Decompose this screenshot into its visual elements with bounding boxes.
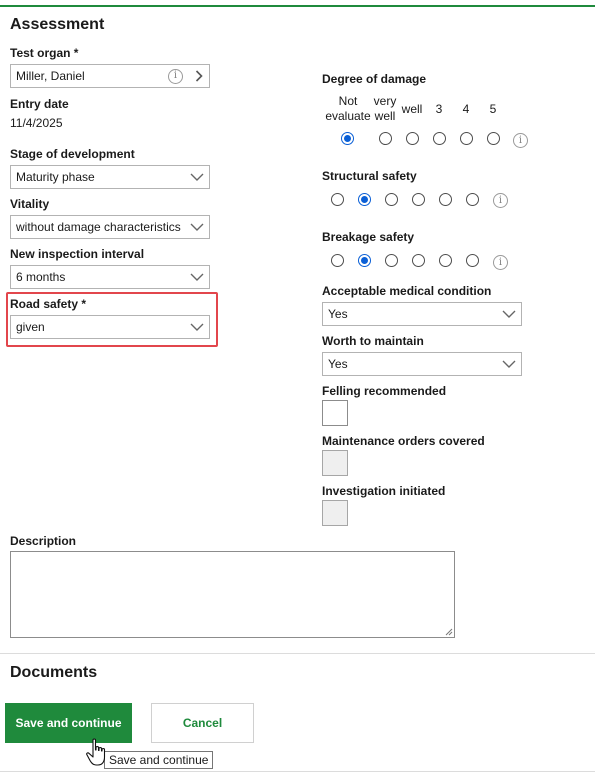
rating-header-very-well: very well	[373, 94, 397, 123]
structural-safety-radio-3[interactable]	[412, 193, 425, 206]
breakage-safety-radio-2[interactable]	[385, 254, 398, 267]
acceptable-medical-label: Acceptable medical condition	[322, 284, 492, 298]
road-safety-select[interactable]: given	[10, 315, 210, 339]
breakage-safety-radio-5[interactable]	[466, 254, 479, 267]
vitality-value: without damage characteristics	[16, 220, 181, 234]
structural-safety-label: Structural safety	[322, 169, 417, 183]
rating-header-well: well	[401, 102, 423, 116]
chevron-down-icon	[497, 303, 521, 325]
info-icon[interactable]: i	[493, 255, 508, 270]
investigation-checkbox[interactable]	[322, 500, 348, 526]
chevron-down-icon	[185, 216, 209, 238]
interval-value: 6 months	[16, 270, 66, 284]
top-accent-line	[0, 5, 595, 7]
degree-of-damage-radio-0[interactable]	[341, 132, 354, 145]
entry-date-label: Entry date	[10, 97, 69, 111]
stage-value: Maturity phase	[16, 170, 95, 184]
investigation-label: Investigation initiated	[322, 484, 446, 498]
breakage-safety-radio-4[interactable]	[439, 254, 452, 267]
stage-label: Stage of development	[10, 147, 135, 161]
chevron-down-icon	[185, 266, 209, 288]
resize-grip-icon[interactable]	[445, 628, 453, 636]
description-label: Description	[10, 534, 77, 548]
structural-safety-radio-0[interactable]	[331, 193, 344, 206]
description-wrapper	[10, 551, 455, 638]
interval-select[interactable]: 6 months	[10, 265, 210, 289]
degree-of-damage-radio-4[interactable]	[460, 132, 473, 145]
vitality-label: Vitality	[10, 197, 50, 211]
structural-safety-radio-4[interactable]	[439, 193, 452, 206]
breakage-safety-label: Breakage safety	[322, 230, 415, 244]
structural-safety-radio-5[interactable]	[466, 193, 479, 206]
test-organ-value: Miller, Daniel	[16, 69, 85, 83]
save-and-continue-button[interactable]: Save and continue	[5, 703, 132, 743]
acceptable-medical-value: Yes	[328, 307, 348, 321]
chevron-right-icon[interactable]	[189, 65, 209, 87]
chevron-down-icon	[497, 353, 521, 375]
section-title-assessment: Assessment	[10, 16, 105, 33]
vitality-select[interactable]: without damage characteristics	[10, 215, 210, 239]
rating-header-4: 4	[462, 102, 470, 116]
degree-of-damage-label: Degree of damage	[322, 72, 427, 86]
degree-of-damage-radio-1[interactable]	[379, 132, 392, 145]
maintenance-orders-label: Maintenance orders covered	[322, 434, 485, 448]
maintenance-orders-checkbox[interactable]	[322, 450, 348, 476]
worth-to-maintain-label: Worth to maintain	[322, 334, 424, 348]
test-organ-field[interactable]: Miller, Daniel i	[10, 64, 210, 88]
felling-recommended-label: Felling recommended	[322, 384, 447, 398]
section-title-documents: Documents	[10, 664, 98, 681]
breakage-safety-radio-3[interactable]	[412, 254, 425, 267]
breakage-safety-radio-1[interactable]	[358, 254, 371, 267]
structural-safety-radio-1[interactable]	[358, 193, 371, 206]
acceptable-medical-select[interactable]: Yes	[322, 302, 522, 326]
stage-select[interactable]: Maturity phase	[10, 165, 210, 189]
chevron-down-icon	[185, 316, 209, 338]
road-safety-value: given	[16, 320, 45, 334]
felling-recommended-checkbox[interactable]	[322, 400, 348, 426]
road-safety-label: Road safety *	[10, 297, 87, 311]
chevron-down-icon	[185, 166, 209, 188]
breakage-safety-radio-0[interactable]	[331, 254, 344, 267]
rating-header-5: 5	[489, 102, 497, 116]
rating-header-not-evaluate: Not evaluate	[325, 94, 371, 123]
interval-label: New inspection interval	[10, 247, 145, 261]
worth-to-maintain-value: Yes	[328, 357, 348, 371]
info-icon[interactable]: i	[513, 133, 528, 148]
degree-of-damage-radio-2[interactable]	[406, 132, 419, 145]
hand-pointer-icon	[86, 738, 106, 766]
degree-of-damage-radio-5[interactable]	[487, 132, 500, 145]
degree-of-damage-radio-3[interactable]	[433, 132, 446, 145]
section-divider	[0, 653, 595, 654]
save-tooltip: Save and continue	[104, 751, 214, 769]
info-icon[interactable]: i	[493, 193, 508, 208]
worth-to-maintain-select[interactable]: Yes	[322, 352, 522, 376]
bottom-divider	[0, 771, 595, 772]
entry-date-value: 11/4/2025	[10, 116, 63, 130]
description-textarea[interactable]	[10, 551, 455, 638]
test-organ-label: Test organ *	[10, 46, 79, 60]
info-icon[interactable]: i	[168, 68, 183, 84]
structural-safety-radio-2[interactable]	[385, 193, 398, 206]
rating-header-3: 3	[435, 102, 443, 116]
cancel-button[interactable]: Cancel	[151, 703, 254, 743]
